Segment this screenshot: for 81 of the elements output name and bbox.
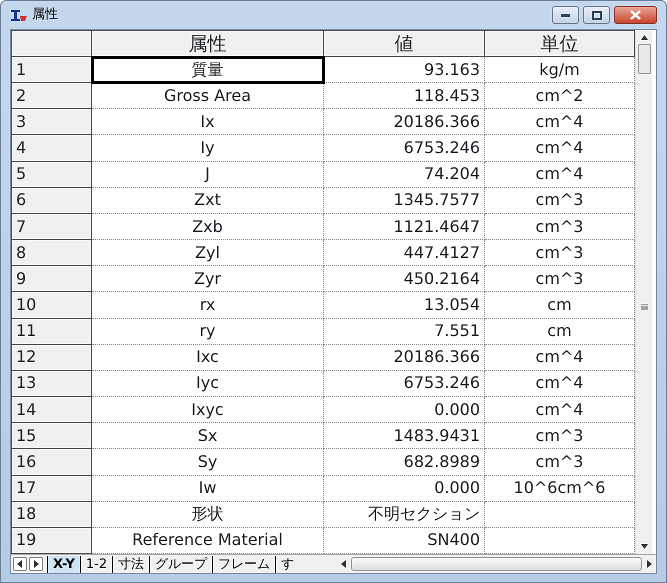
- close-icon: [630, 10, 641, 20]
- row-header[interactable]: 12: [12, 344, 92, 370]
- column-header: 属性: [92, 30, 324, 56]
- row-header[interactable]: 5: [12, 161, 92, 188]
- scroll-left-icon[interactable]: [341, 560, 347, 568]
- value-cell[interactable]: 682.8989: [324, 448, 484, 475]
- next-sheet-button[interactable]: [29, 557, 43, 571]
- property-cell[interactable]: Sx: [92, 422, 324, 449]
- row-header[interactable]: 16: [12, 448, 92, 475]
- row-header[interactable]: 2: [12, 82, 92, 109]
- row-header[interactable]: 17: [12, 475, 92, 502]
- row-header[interactable]: 4: [12, 134, 92, 162]
- row-header[interactable]: 15: [12, 422, 92, 449]
- row-header[interactable]: 8: [12, 240, 92, 266]
- scroll-thumb[interactable]: [638, 44, 650, 74]
- property-cell[interactable]: Iy: [92, 134, 324, 162]
- value-cell[interactable]: 20186.366: [324, 108, 484, 135]
- property-cell[interactable]: 質量: [92, 56, 324, 83]
- property-cell[interactable]: Zyr: [92, 266, 324, 292]
- value-cell[interactable]: 118.453: [324, 82, 484, 109]
- sheet-tab[interactable]: 1-2: [80, 556, 112, 572]
- scroll-right-icon[interactable]: [646, 560, 652, 568]
- app-icon: [10, 8, 28, 22]
- value-cell[interactable]: 93.163: [324, 56, 484, 83]
- sheet-tab[interactable]: グループ: [149, 556, 212, 572]
- value-cell[interactable]: 0.000: [324, 475, 484, 502]
- value-cell[interactable]: 不明セクション: [324, 501, 484, 528]
- column-header: 単位: [484, 30, 634, 56]
- property-cell[interactable]: Gross Area: [92, 82, 324, 109]
- value-cell[interactable]: 1121.4647: [324, 213, 484, 240]
- property-cell[interactable]: Iyc: [92, 370, 324, 397]
- property-cell[interactable]: J: [92, 161, 324, 188]
- value-cell[interactable]: 0.000: [324, 396, 484, 423]
- property-cell[interactable]: Iw: [92, 475, 324, 502]
- property-cell[interactable]: Ix: [92, 108, 324, 135]
- value-cell[interactable]: 1483.9431: [324, 422, 484, 449]
- row-header[interactable]: 1: [12, 56, 92, 83]
- value-cell[interactable]: 6753.246: [324, 134, 484, 162]
- minimize-button[interactable]: [552, 6, 579, 24]
- column-header: 値: [324, 30, 484, 56]
- value-cell[interactable]: 450.2164: [324, 266, 484, 292]
- value-cell[interactable]: 7.551: [324, 318, 484, 344]
- row-header[interactable]: 14: [12, 396, 92, 423]
- window-title: 属性: [32, 6, 58, 24]
- right-arrow-icon: [33, 560, 39, 568]
- property-cell[interactable]: 形状: [92, 501, 324, 528]
- row-header[interactable]: 3: [12, 108, 92, 135]
- sheet-tab[interactable]: X-Y: [47, 556, 80, 572]
- maximize-button[interactable]: [583, 6, 610, 24]
- value-cell[interactable]: 20186.366: [324, 344, 484, 370]
- row-header[interactable]: 10: [12, 292, 92, 318]
- sheet-tab[interactable]: す: [275, 556, 300, 572]
- row-header[interactable]: 11: [12, 318, 92, 344]
- row-header[interactable]: 13: [12, 370, 92, 397]
- property-cell[interactable]: Zyl: [92, 240, 324, 266]
- row-header[interactable]: 19: [12, 527, 92, 554]
- value-cell[interactable]: 1345.7577: [324, 187, 484, 214]
- value-cell[interactable]: 447.4127: [324, 240, 484, 266]
- row-header[interactable]: 6: [12, 187, 92, 214]
- property-cell[interactable]: Zxb: [92, 213, 324, 240]
- left-arrow-icon: [17, 560, 23, 568]
- row-header[interactable]: 9: [12, 266, 92, 292]
- property-cell[interactable]: rx: [92, 292, 324, 318]
- previous-sheet-button[interactable]: [13, 557, 27, 571]
- row-header[interactable]: 7: [12, 213, 92, 240]
- value-cell[interactable]: 13.054: [324, 292, 484, 318]
- grip-icon: [640, 304, 648, 310]
- close-button[interactable]: [614, 6, 657, 24]
- maximize-icon: [592, 10, 602, 20]
- minimize-icon: [561, 14, 570, 16]
- value-cell[interactable]: 6753.246: [324, 370, 484, 397]
- property-cell[interactable]: ry: [92, 318, 324, 344]
- row-header[interactable]: 18: [12, 501, 92, 528]
- property-cell[interactable]: Sy: [92, 448, 324, 475]
- sheet-tab[interactable]: フレーム: [212, 556, 276, 572]
- sheet-tab[interactable]: 寸法: [112, 556, 150, 572]
- property-cell[interactable]: Ixc: [92, 344, 324, 370]
- vertical-scrollbar[interactable]: [635, 30, 652, 554]
- value-cell[interactable]: 74.204: [324, 161, 484, 188]
- property-cell[interactable]: Zxt: [92, 187, 324, 214]
- property-cell[interactable]: Ixyc: [92, 396, 324, 423]
